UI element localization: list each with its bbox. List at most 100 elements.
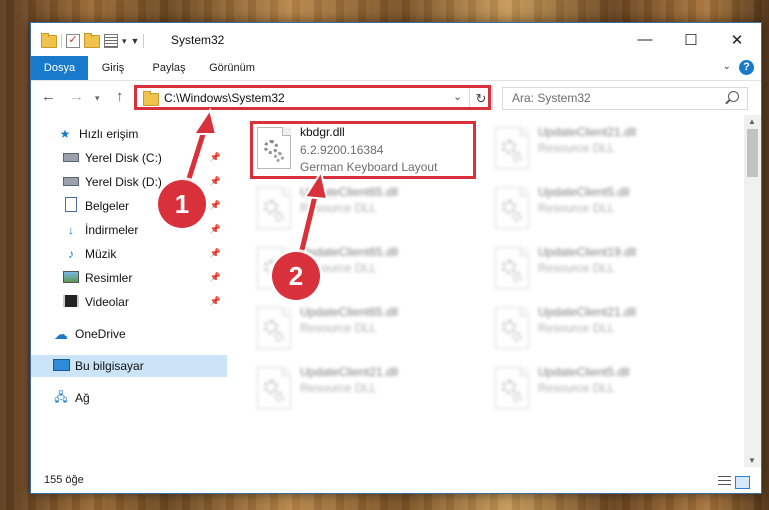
pin-icon[interactable]: 📌 xyxy=(210,152,221,163)
sidebar-item-local-disk-c[interactable]: Yerel Disk (C:) 📌 xyxy=(31,147,227,169)
scroll-up-icon[interactable]: ▲ xyxy=(748,117,756,126)
star-icon: ★ xyxy=(59,127,71,141)
help-button[interactable]: ? xyxy=(739,60,754,75)
file-item[interactable]: UpdateClient65.dll Resource DLL xyxy=(251,301,476,357)
tab-view[interactable]: Görünüm xyxy=(203,56,261,80)
sidebar-item-music[interactable]: ♪ Müzik 📌 xyxy=(31,243,227,265)
sidebar-item-downloads[interactable]: ↓ İndirmeler 📌 xyxy=(31,219,227,241)
sidebar-item-label: OneDrive xyxy=(75,327,126,341)
sidebar-item-label: Yerel Disk (D:) xyxy=(85,175,162,189)
sidebar-item-label: Yerel Disk (C:) xyxy=(85,151,162,165)
pin-icon[interactable]: 📌 xyxy=(210,176,221,187)
tab-share[interactable]: Paylaş xyxy=(145,56,193,80)
file-item[interactable]: UpdateClient5.dll Resource DLL xyxy=(489,361,714,417)
sidebar-item-label: Resimler xyxy=(85,271,133,285)
download-icon: ↓ xyxy=(68,223,74,237)
quick-access-toolbar: ✓ ▾ ▼ xyxy=(41,32,145,49)
title-bar: ✓ ▾ ▼ System32 — ☐ ✕ xyxy=(31,23,761,56)
large-icons-view-icon[interactable] xyxy=(735,476,750,489)
sidebar-item-onedrive[interactable]: ☁ OneDrive xyxy=(31,323,227,345)
minimize-button[interactable]: — xyxy=(622,23,668,56)
pin-icon[interactable]: 📌 xyxy=(210,272,221,283)
tab-home[interactable]: Giriş xyxy=(92,56,134,80)
file-name: UpdateClient65.dll xyxy=(300,245,399,259)
tab-file[interactable]: Dosya xyxy=(31,56,88,80)
videos-icon xyxy=(63,294,79,310)
file-item[interactable]: UpdateClient21.dll Resource DLL xyxy=(489,121,714,177)
pin-icon[interactable]: 📌 xyxy=(210,224,221,235)
dll-file-icon xyxy=(257,307,291,349)
item-count: 155 öğe xyxy=(44,474,84,486)
search-input[interactable]: Ara: System32 xyxy=(502,87,748,110)
music-icon: ♪ xyxy=(68,247,74,261)
sidebar-item-quick-access[interactable]: ★ Hızlı erişim xyxy=(31,123,227,145)
file-name: UpdateClient21.dll xyxy=(538,305,637,319)
drive-icon xyxy=(63,151,79,165)
status-bar: 155 öğe xyxy=(31,469,761,493)
computer-icon xyxy=(53,358,70,374)
maximize-button[interactable]: ☐ xyxy=(668,23,714,56)
file-item[interactable]: UpdateClient21.dll Resource DLL xyxy=(489,301,714,357)
file-name: UpdateClient21.dll xyxy=(538,125,637,139)
sidebar-item-this-pc[interactable]: Bu bilgisayar xyxy=(31,355,227,377)
toolbar-divider xyxy=(61,34,62,48)
details-view-icon[interactable] xyxy=(718,476,731,487)
scrollbar-thumb[interactable] xyxy=(747,129,758,177)
file-type: Resource DLL xyxy=(300,381,377,395)
properties-check-icon[interactable]: ✓ xyxy=(66,34,80,48)
file-item[interactable]: UpdateClient19.dll Resource DLL xyxy=(489,241,714,297)
close-button[interactable]: ✕ xyxy=(714,23,760,56)
navigation-pane: ★ Hızlı erişim Yerel Disk (C:) 📌 Yerel D… xyxy=(31,115,227,467)
sidebar-item-label: Bu bilgisayar xyxy=(75,359,144,373)
sidebar-item-label: Müzik xyxy=(85,247,117,261)
dll-file-icon xyxy=(495,367,529,409)
file-name: UpdateClient19.dll xyxy=(538,245,637,259)
file-type: Resource DLL xyxy=(300,201,377,215)
ribbon-tabs: Dosya Giriş Paylaş Görünüm ⌄ ? xyxy=(31,56,761,81)
network-icon: 🖧 xyxy=(54,389,68,404)
sidebar-item-label: Videolar xyxy=(85,295,129,309)
forward-arrow-icon[interactable]: → xyxy=(69,88,84,105)
file-name: UpdateClient5.dll xyxy=(538,365,630,379)
file-item[interactable]: UpdateClient65.dll Resource DLL xyxy=(251,181,476,237)
sidebar-item-label: Belgeler xyxy=(85,199,130,213)
step-1-badge: 1 xyxy=(158,180,206,228)
pin-icon[interactable]: 📌 xyxy=(210,248,221,259)
file-type: Resource DLL xyxy=(538,381,615,395)
window-title: System32 xyxy=(171,33,225,47)
expand-ribbon-icon[interactable]: ⌄ xyxy=(723,61,731,72)
toolbar-divider xyxy=(143,34,145,48)
customize-toolbar-icon[interactable]: ▼ xyxy=(131,36,140,46)
search-icon[interactable] xyxy=(728,91,739,102)
pin-icon[interactable]: 📌 xyxy=(210,200,221,211)
address-row: ← → ▾ ↑ C:\Windows\System32 ⌄ ↻ Ara: Sys… xyxy=(31,81,761,115)
step-2-badge: 2 xyxy=(272,252,320,300)
sidebar-item-videos[interactable]: Videolar 📌 xyxy=(31,291,227,313)
dll-file-icon xyxy=(495,127,529,169)
file-highlight-box xyxy=(250,121,476,179)
scroll-down-icon[interactable]: ▼ xyxy=(748,456,756,465)
dll-file-icon xyxy=(495,307,529,349)
new-folder-icon[interactable] xyxy=(84,32,100,48)
cloud-icon: ☁ xyxy=(54,325,68,342)
explorer-window: ✓ ▾ ▼ System32 — ☐ ✕ Dosya Giriş Paylaş … xyxy=(30,22,762,494)
pin-icon[interactable]: 📌 xyxy=(210,296,221,307)
pictures-icon xyxy=(63,270,79,286)
sidebar-item-network[interactable]: 🖧 Ağ xyxy=(31,387,227,409)
back-arrow-icon[interactable]: ← xyxy=(41,88,56,105)
folder-icon xyxy=(41,32,57,48)
chevron-down-icon[interactable]: ▾ xyxy=(122,36,127,47)
drive-icon xyxy=(63,175,79,189)
file-name: UpdateClient5.dll xyxy=(538,185,630,199)
up-arrow-icon[interactable]: ↑ xyxy=(116,88,124,105)
file-item[interactable]: UpdateClient5.dll Resource DLL xyxy=(489,181,714,237)
sidebar-item-pictures[interactable]: Resimler 📌 xyxy=(31,267,227,289)
file-name: UpdateClient65.dll xyxy=(300,185,399,199)
file-type: Resource DLL xyxy=(538,321,615,335)
vertical-scrollbar[interactable]: ▲ ▼ xyxy=(744,115,761,467)
properties-icon[interactable] xyxy=(104,34,118,48)
file-item[interactable]: UpdateClient21.dll Resource DLL xyxy=(251,361,476,417)
recent-locations-icon[interactable]: ▾ xyxy=(95,93,100,104)
dll-file-icon xyxy=(257,367,291,409)
file-type: Resource DLL xyxy=(538,141,615,155)
